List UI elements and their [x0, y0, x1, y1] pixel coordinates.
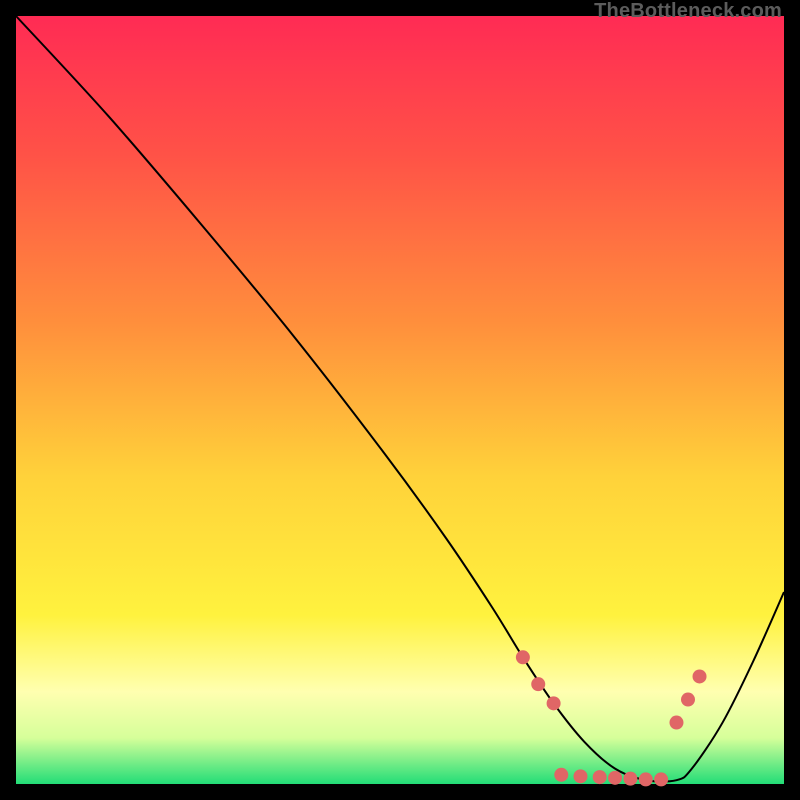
marker-dot [531, 677, 545, 691]
chart-plot-layer [16, 16, 784, 784]
marker-dot [693, 669, 707, 683]
marker-dot [639, 772, 653, 786]
marker-dot [608, 771, 622, 785]
marker-dot [669, 716, 683, 730]
marker-dot [516, 650, 530, 664]
marker-dot [593, 770, 607, 784]
marker-dot [623, 772, 637, 786]
marker-dot [554, 768, 568, 782]
marker-dot [681, 693, 695, 707]
bottleneck-curve [16, 16, 784, 782]
marker-dot [547, 696, 561, 710]
marker-dot [573, 769, 587, 783]
watermark-text: TheBottleneck.com [594, 0, 782, 23]
marker-dot [654, 772, 668, 786]
chart-frame [16, 16, 784, 784]
